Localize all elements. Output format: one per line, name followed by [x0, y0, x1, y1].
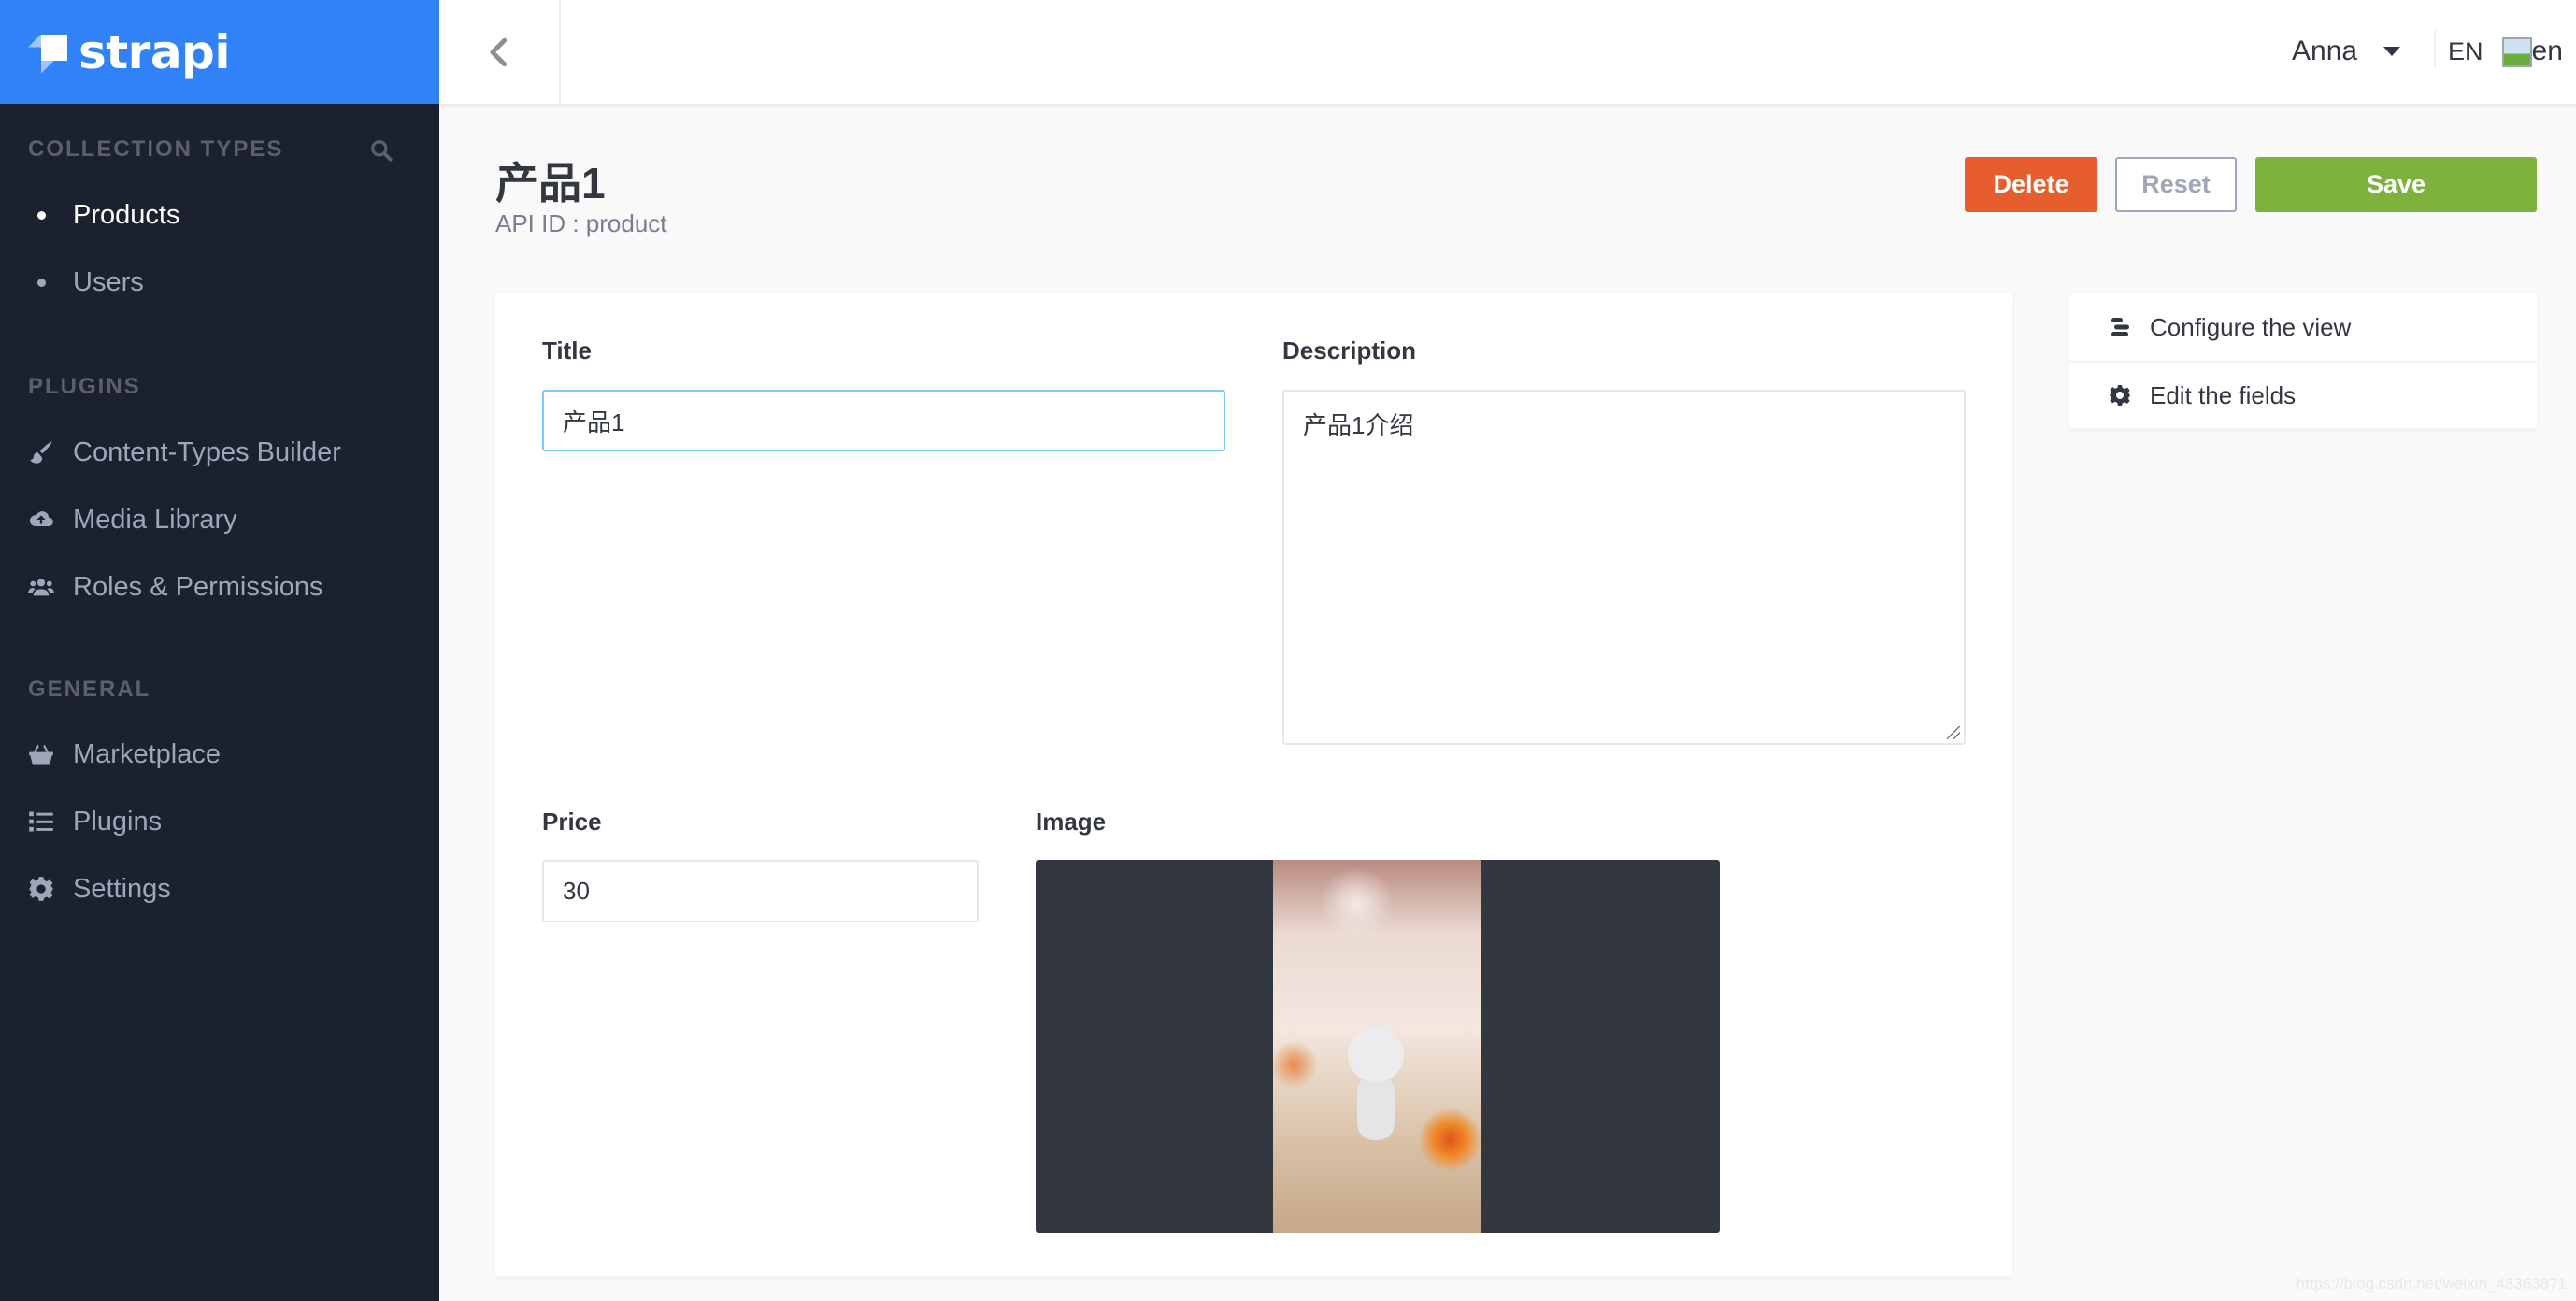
sidebar-item-label: Settings [73, 873, 171, 904]
search-icon[interactable] [369, 138, 394, 163]
top-header: Anna EN en [439, 0, 2576, 104]
language-code: EN [2448, 36, 2483, 65]
sidebar: strapi Collection Types Products Users P… [0, 0, 439, 1301]
product-image [1273, 860, 1481, 1233]
section-title-general: General [28, 677, 151, 702]
user-menu[interactable]: Anna [2292, 28, 2401, 75]
sidebar-item-label: Media Library [73, 504, 237, 535]
cloud-upload-icon [26, 505, 56, 535]
strapi-logo-icon [28, 31, 69, 74]
list-icon [26, 807, 56, 836]
reset-button[interactable]: Reset [2115, 157, 2237, 212]
gear-icon [26, 874, 56, 904]
back-button[interactable] [439, 0, 561, 104]
brand-logo[interactable]: strapi [0, 0, 439, 104]
description-label: Description [1282, 336, 1417, 365]
user-name: Anna [2292, 36, 2358, 66]
flag-alt-text: en [2531, 36, 2563, 66]
sidebar-item-products[interactable]: Products [0, 187, 439, 243]
sidebar-item-label: Content-Types Builder [73, 436, 341, 467]
sidebar-item-media-library[interactable]: Media Library [0, 492, 439, 548]
image-label: Image [1036, 808, 1107, 836]
side-panel: Configure the view Edit the fields [2069, 293, 2537, 428]
sidebar-item-roles-permissions[interactable]: Roles & Permissions [0, 559, 439, 615]
delete-button[interactable]: Delete [1965, 157, 2097, 212]
save-button[interactable]: Save [2255, 157, 2537, 212]
sidebar-item-marketplace[interactable]: Marketplace [0, 726, 439, 782]
chevron-left-icon [490, 37, 508, 66]
description-textarea[interactable]: 产品1介绍 [1282, 390, 1966, 745]
watermark: https://blog.csdn.net/weixin_43363871 [2296, 1275, 2567, 1293]
resize-handle-icon[interactable] [1947, 726, 1960, 739]
bullet-icon [26, 278, 56, 287]
language-selector[interactable]: EN en [2431, 28, 2563, 75]
configure-view-link[interactable]: Configure the view [2069, 293, 2537, 361]
layout-icon [2107, 314, 2133, 340]
sidebar-item-content-types-builder[interactable]: Content-Types Builder [0, 424, 439, 480]
sidebar-item-label: Marketplace [73, 738, 221, 769]
image-upload-preview[interactable] [1036, 860, 1720, 1233]
sidebar-item-users[interactable]: Users [0, 254, 439, 310]
sidebar-item-plugins[interactable]: Plugins [0, 793, 439, 850]
flag-image: en [2501, 36, 2563, 67]
section-title-plugins: Plugins [28, 374, 141, 399]
edit-fields-link[interactable]: Edit the fields [2069, 361, 2537, 428]
description-textarea-value: 产品1介绍 [1303, 411, 1414, 439]
sidebar-item-label: Users [73, 266, 144, 297]
gear-icon [2107, 382, 2133, 408]
price-input-value: 30 [563, 877, 590, 905]
title-input[interactable]: 产品1 [542, 390, 1225, 451]
bullet-icon [26, 210, 56, 220]
sidebar-item-label: Plugins [73, 806, 163, 836]
page-title: 产品1 [495, 159, 606, 207]
sidebar-item-label: Products [73, 199, 180, 230]
brand-name: strapi [79, 24, 231, 79]
sidebar-item-label: Roles & Permissions [73, 571, 323, 602]
price-input[interactable]: 30 [542, 860, 979, 922]
sidebar-item-settings[interactable]: Settings [0, 861, 439, 917]
shopping-basket-icon [26, 739, 56, 769]
broken-image-icon [2501, 37, 2532, 67]
section-title-collection-types: Collection Types [28, 136, 284, 162]
users-icon [26, 572, 56, 602]
api-id: API ID : product [495, 209, 667, 237]
paint-brush-icon [26, 437, 56, 467]
title-input-value: 产品1 [563, 407, 625, 436]
price-label: Price [542, 808, 602, 836]
edit-fields-label: Edit the fields [2150, 380, 2297, 409]
configure-view-label: Configure the view [2150, 312, 2352, 341]
caret-down-icon [2383, 47, 2401, 56]
title-label: Title [542, 336, 592, 365]
